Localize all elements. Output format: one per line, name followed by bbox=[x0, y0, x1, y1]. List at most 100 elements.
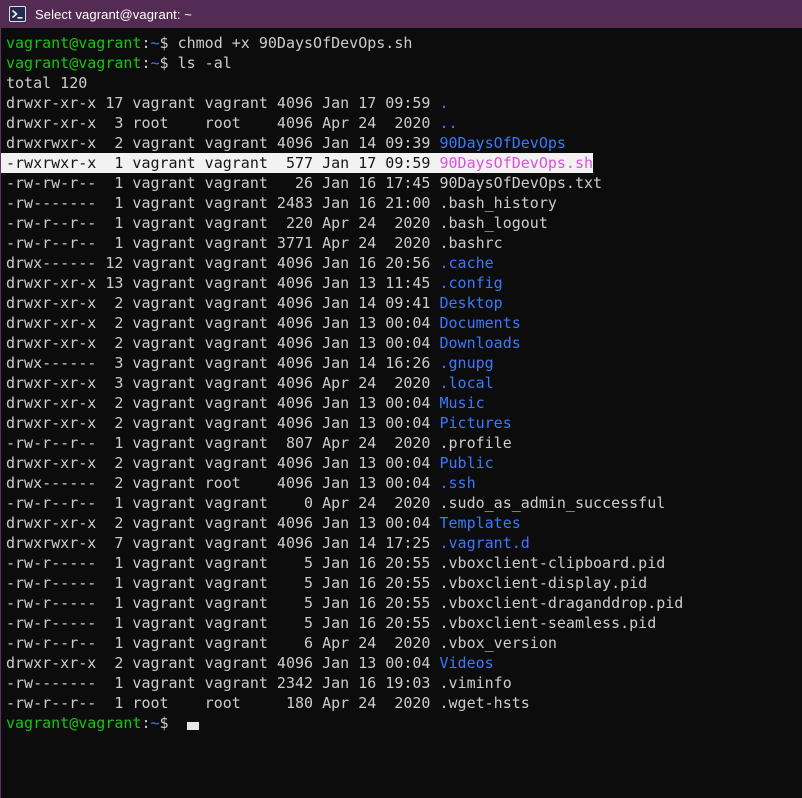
prompt-colon: : bbox=[141, 34, 150, 52]
file-name[interactable]: Desktop bbox=[439, 294, 502, 312]
file-meta: drwxr-xr-x 3 vagrant vagrant 4096 Apr 24… bbox=[6, 374, 439, 392]
file-name[interactable]: .. bbox=[439, 114, 457, 132]
table-row: -rw-rw-r-- 1 vagrant vagrant 26 Jan 16 1… bbox=[6, 173, 802, 193]
file-meta: drwxrwxr-x 2 vagrant vagrant 4096 Jan 14… bbox=[6, 134, 439, 152]
window-title: Select vagrant@vagrant: ~ bbox=[35, 7, 192, 22]
file-name[interactable]: 90DaysOfDevOps.sh bbox=[439, 154, 593, 172]
shell-prompt-line: vagrant@vagrant:~$ bbox=[6, 713, 802, 733]
table-row: -rw-r--r-- 1 vagrant vagrant 0 Apr 24 20… bbox=[6, 493, 802, 513]
file-meta: drwxr-xr-x 2 vagrant vagrant 4096 Jan 13… bbox=[6, 454, 439, 472]
table-row: drwxrwxr-x 7 vagrant vagrant 4096 Jan 14… bbox=[6, 533, 802, 553]
file-name[interactable]: .bashrc bbox=[439, 234, 502, 252]
file-name[interactable]: Videos bbox=[439, 654, 493, 672]
file-name[interactable]: .vbox_version bbox=[439, 634, 556, 652]
file-name[interactable]: Templates bbox=[439, 514, 520, 532]
table-row: drwxr-xr-x 17 vagrant vagrant 4096 Jan 1… bbox=[6, 93, 802, 113]
file-name[interactable]: .local bbox=[439, 374, 493, 392]
table-row: drwxr-xr-x 2 vagrant vagrant 4096 Jan 13… bbox=[6, 333, 802, 353]
file-name[interactable]: .profile bbox=[439, 434, 511, 452]
file-meta: drwxr-xr-x 13 vagrant vagrant 4096 Jan 1… bbox=[6, 274, 439, 292]
shell-command-line-1: vagrant@vagrant:~$ chmod +x 90DaysOfDevO… bbox=[6, 33, 802, 53]
prompt-dollar: $ bbox=[160, 714, 178, 732]
file-meta: -rw-r----- 1 vagrant vagrant 5 Jan 16 20… bbox=[6, 614, 439, 632]
table-row: -rw-r--r-- 1 root root 180 Apr 24 2020 .… bbox=[6, 693, 802, 713]
file-name[interactable]: .gnupg bbox=[439, 354, 493, 372]
table-row: -rw-r----- 1 vagrant vagrant 5 Jan 16 20… bbox=[6, 573, 802, 593]
prompt-dollar: $ bbox=[160, 34, 178, 52]
command-text-chmod: chmod +x 90DaysOfDevOps.sh bbox=[178, 34, 413, 52]
file-meta: drwxr-xr-x 2 vagrant vagrant 4096 Jan 13… bbox=[6, 394, 439, 412]
file-meta: drwxr-xr-x 2 vagrant vagrant 4096 Jan 13… bbox=[6, 414, 439, 432]
file-meta: -rwxrwxr-x 1 vagrant vagrant 577 Jan 17 … bbox=[6, 154, 439, 172]
file-meta: -rw------- 1 vagrant vagrant 2483 Jan 16… bbox=[6, 194, 439, 212]
console-icon[interactable] bbox=[9, 6, 26, 22]
file-name[interactable]: Pictures bbox=[439, 414, 511, 432]
prompt-path: ~ bbox=[151, 54, 160, 72]
table-row: drwx------ 3 vagrant vagrant 4096 Jan 14… bbox=[6, 353, 802, 373]
file-meta: -rw-r--r-- 1 vagrant vagrant 807 Apr 24 … bbox=[6, 434, 439, 452]
file-name[interactable]: .vboxclient-clipboard.pid bbox=[439, 554, 665, 572]
file-name[interactable]: 90DaysOfDevOps.txt bbox=[439, 174, 602, 192]
table-row: drwxr-xr-x 13 vagrant vagrant 4096 Jan 1… bbox=[6, 273, 802, 293]
total-line: total 120 bbox=[6, 73, 802, 93]
table-row: drwx------ 12 vagrant vagrant 4096 Jan 1… bbox=[6, 253, 802, 273]
file-meta: -rw-rw-r-- 1 vagrant vagrant 26 Jan 16 1… bbox=[6, 174, 439, 192]
table-row: drwxr-xr-x 2 vagrant vagrant 4096 Jan 13… bbox=[6, 393, 802, 413]
file-name[interactable]: . bbox=[439, 94, 448, 112]
table-row: -rwxrwxr-x 1 vagrant vagrant 577 Jan 17 … bbox=[1, 153, 593, 173]
file-meta: drwxr-xr-x 3 root root 4096 Apr 24 2020 bbox=[6, 114, 439, 132]
file-name[interactable]: .sudo_as_admin_successful bbox=[439, 494, 665, 512]
file-meta: drwxr-xr-x 2 vagrant vagrant 4096 Jan 13… bbox=[6, 514, 439, 532]
prompt-user: vagrant@vagrant bbox=[6, 54, 141, 72]
command-text-ls: ls -al bbox=[178, 54, 232, 72]
file-name[interactable]: 90DaysOfDevOps bbox=[439, 134, 565, 152]
file-listing: drwxr-xr-x 17 vagrant vagrant 4096 Jan 1… bbox=[6, 93, 802, 713]
prompt-user: vagrant@vagrant bbox=[6, 714, 141, 732]
file-name[interactable]: .vagrant.d bbox=[439, 534, 529, 552]
table-row: -rw-r----- 1 vagrant vagrant 5 Jan 16 20… bbox=[6, 553, 802, 573]
file-meta: -rw------- 1 vagrant vagrant 2342 Jan 16… bbox=[6, 674, 439, 692]
table-row: -rw-r----- 1 vagrant vagrant 5 Jan 16 20… bbox=[6, 593, 802, 613]
file-name[interactable]: .vboxclient-draganddrop.pid bbox=[439, 594, 683, 612]
table-row: drwxr-xr-x 3 root root 4096 Apr 24 2020 … bbox=[6, 113, 802, 133]
file-name[interactable]: .wget-hsts bbox=[439, 694, 529, 712]
titlebar[interactable]: Select vagrant@vagrant: ~ bbox=[0, 0, 802, 28]
table-row: drwxr-xr-x 2 vagrant vagrant 4096 Jan 13… bbox=[6, 413, 802, 433]
terminal-screen[interactable]: vagrant@vagrant:~$ chmod +x 90DaysOfDevO… bbox=[0, 28, 802, 798]
file-name[interactable]: .viminfo bbox=[439, 674, 511, 692]
table-row: drwxr-xr-x 2 vagrant vagrant 4096 Jan 13… bbox=[6, 313, 802, 333]
file-name[interactable]: Documents bbox=[439, 314, 520, 332]
file-name[interactable]: .vboxclient-seamless.pid bbox=[439, 614, 656, 632]
file-meta: -rw-r----- 1 vagrant vagrant 5 Jan 16 20… bbox=[6, 574, 439, 592]
file-name[interactable]: .bash_history bbox=[439, 194, 556, 212]
file-name[interactable]: Music bbox=[439, 394, 484, 412]
file-name[interactable]: Downloads bbox=[439, 334, 520, 352]
file-name[interactable]: .ssh bbox=[439, 474, 475, 492]
file-meta: -rw-r--r-- 1 vagrant vagrant 0 Apr 24 20… bbox=[6, 494, 439, 512]
file-name[interactable]: .vboxclient-display.pid bbox=[439, 574, 647, 592]
table-row: drwxr-xr-x 2 vagrant vagrant 4096 Jan 14… bbox=[6, 293, 802, 313]
file-name[interactable]: .bash_logout bbox=[439, 214, 547, 232]
prompt-path: ~ bbox=[151, 34, 160, 52]
file-meta: -rw-r--r-- 1 vagrant vagrant 6 Apr 24 20… bbox=[6, 634, 439, 652]
file-meta: -rw-r----- 1 vagrant vagrant 5 Jan 16 20… bbox=[6, 594, 439, 612]
file-meta: drwxr-xr-x 2 vagrant vagrant 4096 Jan 13… bbox=[6, 334, 439, 352]
prompt-colon: : bbox=[141, 54, 150, 72]
file-meta: drwxrwxr-x 7 vagrant vagrant 4096 Jan 14… bbox=[6, 534, 439, 552]
prompt-user: vagrant@vagrant bbox=[6, 34, 141, 52]
file-meta: -rw-r--r-- 1 vagrant vagrant 3771 Apr 24… bbox=[6, 234, 439, 252]
file-name[interactable]: .cache bbox=[439, 254, 493, 272]
table-row: drwxr-xr-x 2 vagrant vagrant 4096 Jan 13… bbox=[6, 513, 802, 533]
table-row: drwxr-xr-x 2 vagrant vagrant 4096 Jan 13… bbox=[6, 453, 802, 473]
file-meta: drwxr-xr-x 2 vagrant vagrant 4096 Jan 13… bbox=[6, 654, 439, 672]
shell-command-line-2: vagrant@vagrant:~$ ls -al bbox=[6, 53, 802, 73]
table-row: drwx------ 2 vagrant root 4096 Jan 13 00… bbox=[6, 473, 802, 493]
terminal-window: Select vagrant@vagrant: ~ vagrant@vagran… bbox=[0, 0, 802, 798]
file-name[interactable]: .config bbox=[439, 274, 502, 292]
file-meta: drwx------ 12 vagrant vagrant 4096 Jan 1… bbox=[6, 254, 439, 272]
file-name[interactable]: Public bbox=[439, 454, 493, 472]
prompt-dollar: $ bbox=[160, 54, 178, 72]
table-row: -rw------- 1 vagrant vagrant 2483 Jan 16… bbox=[6, 193, 802, 213]
file-meta: -rw-r----- 1 vagrant vagrant 5 Jan 16 20… bbox=[6, 554, 439, 572]
file-meta: drwx------ 3 vagrant vagrant 4096 Jan 14… bbox=[6, 354, 439, 372]
